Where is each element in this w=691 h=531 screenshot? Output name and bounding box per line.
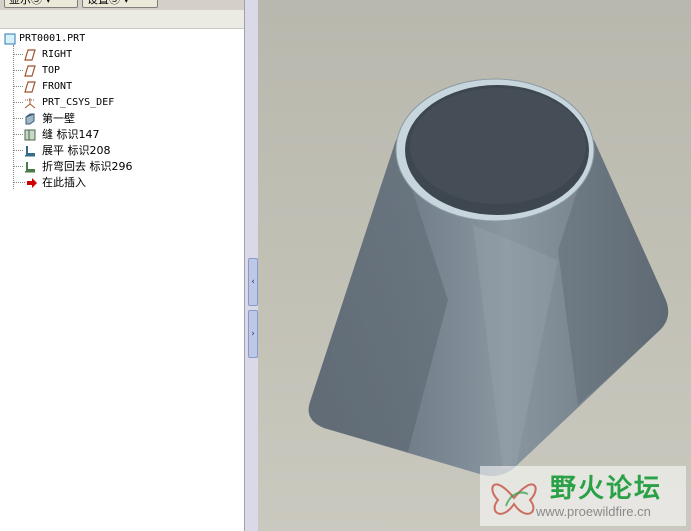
tree-connector [13,134,23,135]
tree-item-label: TOP [42,65,61,76]
first-wall-icon [24,113,36,125]
forum-watermark: 野火论坛 www.proewildfire.cn [480,466,686,526]
graphics-viewport[interactable] [258,0,691,531]
show-menu-button[interactable]: 显示Ⓢ ▾ [4,0,78,8]
rip-icon [24,129,36,141]
tree-connector [13,150,23,151]
chevron-right-icon: › [251,329,255,339]
tree-connector [13,118,23,119]
tree-connector [13,182,25,183]
datum-plane-icon [24,81,36,93]
tree-connector [13,166,23,167]
tree-item-label: 折弯回去 标识296 [42,160,133,173]
bend-back-icon [24,161,36,173]
tree-item-label: PRT_CSYS_DEF [42,97,115,108]
datum-plane-icon [24,65,36,77]
tree-connector [13,54,23,55]
tree-toolbar: 显示Ⓢ ▾ 设置Ⓢ ▾ [0,0,244,10]
model-inner-wall [410,88,586,204]
settings-menu-button[interactable]: 设置Ⓢ ▾ [82,0,158,8]
datum-plane-icon [24,49,36,61]
watermark-url: www.proewildfire.cn [536,504,651,519]
tree-root-label: PRT0001.PRT [19,33,86,44]
tree-item-label: FRONT [42,81,73,92]
tree-item-label: 第一壁 [42,112,75,125]
panel-splitter[interactable]: ‹ › [244,0,259,531]
tree-item-label: 展平 标识208 [42,144,111,157]
coordinate-system-icon [24,97,36,109]
butterfly-logo-icon [491,483,537,515]
tree-connector [13,102,23,103]
chevron-left-icon: ‹ [251,277,255,287]
tree-item-label: 缝 标识147 [42,128,100,141]
tree-header-strip [0,10,244,29]
part-icon [4,33,16,45]
tree-item-label: 在此插入 [42,176,86,189]
tree-connector-line [13,45,14,189]
tree-item-label: RIGHT [42,49,73,60]
unbend-icon [24,145,36,157]
watermark-title: 野火论坛 [550,474,663,504]
expand-panel-handle[interactable]: › [248,310,258,358]
insert-here-arrow-icon [26,177,38,189]
tree-connector [13,70,23,71]
collapse-panel-handle[interactable]: ‹ [248,258,258,306]
tree-connector [13,86,23,87]
model-tree-panel: 显示Ⓢ ▾ 设置Ⓢ ▾ PRT0001.PRT RIGHT [0,0,245,531]
sheetmetal-transition-model[interactable] [258,0,691,531]
